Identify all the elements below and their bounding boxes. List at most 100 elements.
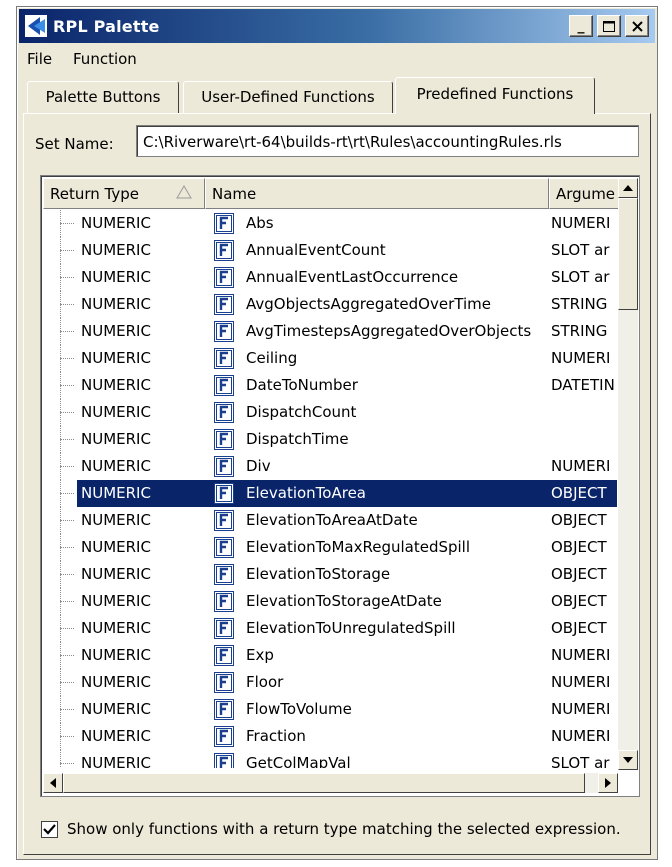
function-f-icon (214, 375, 234, 396)
tree-connector (60, 615, 76, 642)
tab-strip: Palette Buttons User-Defined Functions P… (23, 77, 651, 117)
return-type-cell: NUMERIC (81, 727, 151, 745)
table-row[interactable]: NUMERIC Fraction NUMERI (43, 723, 617, 750)
arguments-cell: STRING (551, 295, 608, 313)
function-f-icon (214, 402, 234, 423)
table-row[interactable]: NUMERIC ElevationToUnregulatedSpill OBJECT (43, 615, 617, 642)
function-f-icon (214, 348, 234, 369)
title-bar[interactable]: RPL Palette _ (19, 9, 655, 43)
function-f-icon (214, 294, 234, 315)
arguments-cell: DATETIN (551, 376, 615, 394)
table-row[interactable]: NUMERIC ElevationToArea OBJECT (43, 480, 617, 507)
table-row[interactable]: NUMERIC AnnualEventCount SLOT ar (43, 237, 617, 264)
table-row[interactable]: NUMERIC AvgObjectsAggregatedOverTime STRIN… (43, 291, 617, 318)
table-row[interactable]: NUMERIC Ceiling NUMERI (43, 345, 617, 372)
table-row[interactable]: NUMERIC FlowToVolume NUMERI (43, 696, 617, 723)
menu-function[interactable]: Function (73, 50, 137, 68)
table-row[interactable]: NUMERIC Floor NUMERI (43, 669, 617, 696)
arguments-cell: SLOT ar (551, 268, 610, 286)
function-name-cell: Fraction (246, 727, 306, 745)
arrow-up-icon (623, 185, 633, 191)
function-f-icon (214, 267, 234, 288)
table-row[interactable]: NUMERIC ElevationToStorage OBJECT (43, 561, 617, 588)
table-row[interactable]: NUMERIC Exp NUMERI (43, 642, 617, 669)
tab-predefined-functions[interactable]: Predefined Functions (395, 77, 595, 114)
table-row[interactable]: NUMERIC DispatchTime (43, 426, 617, 453)
close-icon (631, 21, 643, 32)
return-type-cell: NUMERIC (81, 295, 151, 313)
table-row[interactable]: NUMERIC ElevationToMaxRegulatedSpill OBJEC… (43, 534, 617, 561)
tree-connector (60, 210, 76, 237)
filter-checkbox[interactable] (41, 821, 58, 838)
function-name-cell: AvgObjectsAggregatedOverTime (246, 295, 491, 313)
arguments-cell: OBJECT (551, 538, 607, 556)
vertical-scrollbar[interactable] (618, 178, 638, 770)
function-f-icon (214, 618, 234, 639)
function-name-cell: FlowToVolume (246, 700, 352, 718)
menu-file[interactable]: File (27, 50, 52, 68)
arguments-cell: NUMERI (551, 457, 611, 475)
set-name-field[interactable]: C:\Riverware\rt-64\builds-rt\rt\Rules\ac… (136, 125, 639, 157)
tab-user-defined-functions[interactable]: User-Defined Functions (183, 81, 393, 113)
arguments-cell: OBJECT (551, 484, 607, 502)
table-row[interactable]: NUMERIC Div NUMERI (43, 453, 617, 480)
scroll-right-button[interactable] (598, 773, 618, 793)
function-name-cell: AvgTimestepsAggregatedOverObjects (246, 322, 532, 340)
scroll-up-button[interactable] (618, 178, 638, 198)
function-f-icon (214, 321, 234, 342)
table-row[interactable]: NUMERIC DispatchCount (43, 399, 617, 426)
function-f-icon (214, 699, 234, 720)
function-f-icon (214, 240, 234, 261)
function-name-cell: ElevationToStorage (246, 565, 391, 583)
tree-connector (60, 507, 76, 534)
return-type-cell: NUMERIC (81, 646, 151, 664)
arguments-cell: OBJECT (551, 511, 607, 529)
arrow-down-icon (623, 757, 633, 763)
minimize-button[interactable]: _ (569, 15, 593, 37)
table-row[interactable]: NUMERIC AnnualEventLastOccurrence SLOT ar (43, 264, 617, 291)
arguments-cell: NUMERI (551, 646, 611, 664)
window-title: RPL Palette (53, 17, 160, 36)
return-type-cell: NUMERIC (81, 322, 151, 340)
table-row[interactable]: NUMERIC GetColMapVal SLOT ar (43, 750, 617, 768)
tree-connector (60, 723, 76, 750)
horizontal-scroll-thumb[interactable] (63, 773, 585, 793)
tab-palette-buttons[interactable]: Palette Buttons (27, 81, 179, 113)
arguments-cell (551, 399, 617, 426)
rpl-palette-window: RPL Palette _ File Function Palette Butt… (16, 6, 658, 860)
return-type-cell: NUMERIC (81, 619, 151, 637)
vertical-scroll-thumb[interactable] (618, 198, 638, 310)
tree-connector (60, 642, 76, 669)
checkmark-icon (43, 824, 56, 835)
table-row[interactable]: NUMERIC AvgTimestepsAggregatedOverObjects… (43, 318, 617, 345)
scroll-left-button[interactable] (43, 773, 63, 793)
arrow-left-icon (50, 778, 56, 788)
maximize-button[interactable] (597, 15, 621, 37)
scroll-down-button[interactable] (618, 750, 638, 770)
table-row[interactable]: NUMERIC ElevationToAreaAtDate OBJECT (43, 507, 617, 534)
return-type-cell: NUMERIC (81, 214, 151, 232)
horizontal-scrollbar[interactable] (43, 773, 618, 793)
table-row[interactable]: NUMERIC Abs NUMERI (43, 210, 617, 237)
function-name-cell: DispatchCount (246, 403, 357, 421)
function-name-cell: Abs (246, 214, 274, 232)
tree-connector (60, 561, 76, 588)
tab-label: User-Defined Functions (201, 88, 375, 106)
column-header-return-type[interactable]: Return Type (43, 178, 205, 209)
close-button[interactable] (625, 15, 649, 37)
function-f-icon (214, 645, 234, 666)
function-name-cell: Floor (246, 673, 284, 691)
function-f-icon (214, 726, 234, 747)
column-header-name[interactable]: Name (205, 178, 549, 209)
return-type-cell: NUMERIC (81, 403, 151, 421)
function-name-cell: ElevationToUnregulatedSpill (246, 619, 456, 637)
table-row[interactable]: NUMERIC DateToNumber DATETIN (43, 372, 617, 399)
return-type-cell: NUMERIC (81, 376, 151, 394)
return-type-cell: NUMERIC (81, 268, 151, 286)
table-row[interactable]: NUMERIC ElevationToStorageAtDate OBJECT (43, 588, 617, 615)
arguments-cell (551, 426, 617, 453)
arguments-cell: NUMERI (551, 673, 611, 691)
function-name-cell: DispatchTime (246, 430, 349, 448)
column-header-arguments[interactable]: Argume (549, 178, 619, 209)
return-type-cell: NUMERIC (81, 700, 151, 718)
